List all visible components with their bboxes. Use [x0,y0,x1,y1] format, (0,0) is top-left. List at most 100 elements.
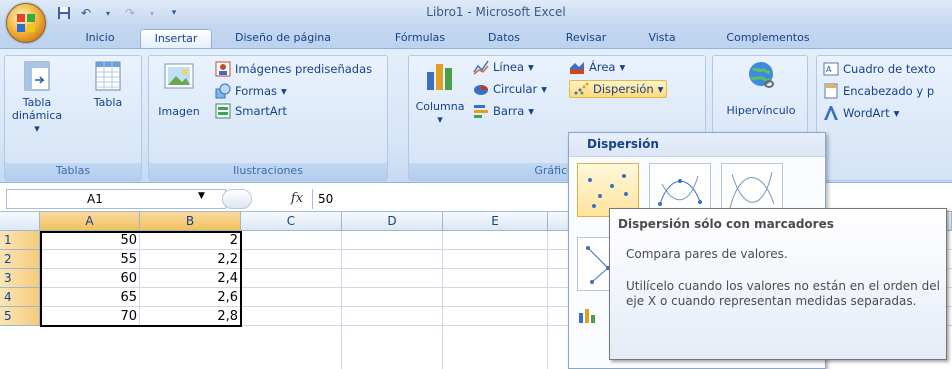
column-header-d[interactable]: D [342,212,443,231]
textbox-button[interactable]: A Cuadro de texto [823,60,936,78]
scatter-chart-button[interactable]: Dispersión ▾ [569,80,668,98]
line-chart-button[interactable]: Línea ▾ [473,58,534,76]
pivot-table-icon [21,60,53,92]
tab-diseno-de-pagina[interactable]: Diseño de página [228,29,338,48]
group-ilustraciones-label: Ilustraciones [149,163,387,180]
group-ilustraciones: Imagen Imágenes prediseñadas Formas ▾ Sma… [148,55,388,181]
title-bar: ↶ ▾ ↷ ▾ ▾ Libro1 - Microsoft Excel [0,0,952,26]
smartart-icon [215,103,231,119]
all-chart-types-icon[interactable] [577,305,597,325]
pivot-dropdown-icon: ▾ [34,122,40,135]
hyperlink-button[interactable]: Hipervínculo [721,60,801,117]
wordart-button[interactable]: WordArt ▾ [823,104,899,122]
wordart-dropdown-icon: ▾ [893,105,900,120]
name-box[interactable]: A1 [6,189,226,209]
row-header-1[interactable]: 1 [0,231,40,250]
column-dropdown-icon: ▾ [437,113,443,126]
area-label: Área [589,59,616,74]
table-button[interactable]: Tabla [81,60,135,109]
pie-label: Circular [493,81,538,96]
group-texto: A Cuadro de texto Encabezado y p WordArt… [816,55,952,181]
smartart-label: SmartArt [235,103,287,118]
pivot-label-2: dinámica [11,109,63,122]
shapes-button[interactable]: Formas ▾ [215,82,287,100]
tab-datos[interactable]: Datos [478,29,530,48]
tab-formulas[interactable]: Fórmulas [388,29,452,48]
cell-b2[interactable]: 2,2 [140,250,241,269]
formula-input[interactable]: 50 [318,189,333,209]
scatter-dropdown-icon: ▾ [657,81,664,96]
office-logo-icon [17,14,35,32]
globe-icon [745,60,777,92]
scatter-label: Dispersión [593,81,654,96]
tab-revisar[interactable]: Revisar [558,29,614,48]
row-header-2[interactable]: 2 [0,250,40,269]
bar-label: Barra [493,103,525,118]
row-header-4[interactable]: 4 [0,288,40,307]
name-box-dropdown-icon[interactable]: ▼ [198,191,205,201]
column-label: Columna [415,100,465,113]
ribbon-tab-bar: Inicio Insertar Diseño de página Fórmula… [0,26,952,48]
hyperlink-label: Hipervínculo [726,104,796,117]
tooltip-title: Dispersión sólo con marcadores [618,217,834,231]
bar-chart-icon [473,103,489,119]
row-header-5[interactable]: 5 [0,307,40,326]
formula-divider [312,189,313,209]
tab-complementos[interactable]: Complementos [714,29,822,48]
cell-b1[interactable]: 2 [140,231,241,250]
table-icon [92,60,124,92]
header-footer-button[interactable]: Encabezado y p [823,82,934,100]
cell-a1[interactable]: 50 [40,231,140,250]
cell-b3[interactable]: 2,4 [140,269,241,288]
textbox-label: Cuadro de texto [843,61,936,76]
clipart-label: Imágenes prediseñadas [235,61,373,76]
cell-b4[interactable]: 2,6 [140,288,241,307]
tab-vista[interactable]: Vista [640,29,684,48]
column-header-e[interactable]: E [443,212,548,231]
cell-a5[interactable]: 70 [40,307,140,326]
area-chart-icon [569,59,585,75]
clipart-button[interactable]: Imágenes prediseñadas [215,60,372,78]
gridline-e [547,231,548,369]
column-chart-button[interactable]: Columna ▾ [411,60,469,126]
cell-a2[interactable]: 55 [40,250,140,269]
pie-chart-icon [473,81,489,97]
shapes-label: Formas [235,83,278,98]
group-tablas: Tabla dinámica ▾ Tabla Tablas [4,55,142,181]
pivot-label-1: Tabla [22,96,52,109]
pivot-table-button[interactable]: Tabla dinámica ▾ [9,60,65,135]
line-chart-icon [473,59,489,75]
column-header-b[interactable]: B [140,212,241,231]
pie-chart-button[interactable]: Circular ▾ [473,80,547,98]
office-button[interactable] [6,3,46,43]
formula-bar-expand-icon[interactable] [222,189,252,209]
table-label: Tabla [93,96,123,109]
image-button[interactable]: Imagen [153,60,205,118]
scatter-chart-icon [573,81,589,97]
textbox-icon: A [823,61,839,77]
column-header-a[interactable]: A [40,212,140,231]
smartart-button[interactable]: SmartArt [215,102,287,120]
line-label: Línea [493,59,525,74]
insert-function-icon[interactable]: fx [282,188,312,210]
cell-a3[interactable]: 60 [40,269,140,288]
header-footer-label: Encabezado y p [843,83,935,98]
area-dropdown-icon: ▾ [619,59,626,74]
cell-a4[interactable]: 65 [40,288,140,307]
tooltip-detail: Utilícelo cuando los valores no están en… [626,279,940,308]
header-footer-icon [823,83,839,99]
tab-insertar[interactable]: Insertar [140,29,212,48]
wordart-icon [823,105,839,121]
bar-chart-button[interactable]: Barra ▾ [473,102,534,120]
shapes-dropdown-icon: ▾ [281,83,287,98]
svg-text:A: A [826,65,832,74]
select-all-corner[interactable] [0,212,40,231]
cell-b5[interactable]: 2,8 [140,307,241,326]
column-chart-icon [424,60,456,92]
area-chart-button[interactable]: Área ▾ [569,58,625,76]
column-header-c[interactable]: C [241,212,342,231]
gridline-c [341,231,342,369]
tab-inicio[interactable]: Inicio [74,29,126,48]
group-tablas-label: Tablas [5,163,141,180]
row-header-3[interactable]: 3 [0,269,40,288]
